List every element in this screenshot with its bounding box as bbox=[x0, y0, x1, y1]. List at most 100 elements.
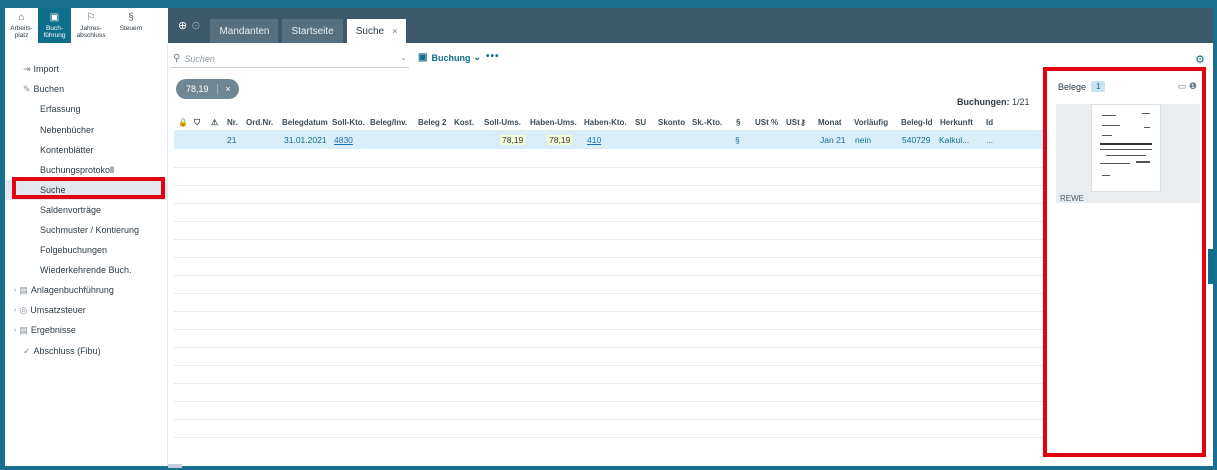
cell-id: ... bbox=[986, 135, 994, 145]
history-icon[interactable]: ⊙ bbox=[191, 19, 200, 32]
search-input[interactable]: ⚲ Suchen ⌄ bbox=[171, 50, 409, 68]
add-tab-icon[interactable]: ⊕ bbox=[178, 19, 187, 32]
toolbar: ⚲ Suchen ⌄ ▣ Buchung ⌄ ••• ⚙ bbox=[168, 47, 1213, 69]
cell-soll-kto[interactable]: 4830 bbox=[334, 135, 353, 145]
table-header: 🔒 ⛉ ⚠ Nr. Ord.Nr. Belegdatum Soll-Kto. B… bbox=[174, 115, 1046, 131]
shield-icon: ⛉ bbox=[194, 118, 200, 127]
tab-suche[interactable]: Suche × bbox=[346, 19, 407, 43]
sidebar-item-buchen[interactable]: ✎ Buchen bbox=[5, 79, 168, 99]
check-icon: ✓ bbox=[23, 345, 31, 356]
col-soll-kto[interactable]: Soll-Kto. bbox=[332, 118, 365, 127]
col-id[interactable]: Id bbox=[986, 118, 993, 127]
tab-bar: ⊕ ⊙ Mandanten Startseite Suche × bbox=[168, 8, 1213, 43]
col-ust[interactable]: USt bbox=[786, 118, 800, 127]
col-vorlaeufig[interactable]: Vorläufig bbox=[854, 118, 888, 127]
col-beleg-inv[interactable]: Beleg/Inv. bbox=[370, 118, 407, 127]
more-icon[interactable]: ••• bbox=[486, 51, 500, 62]
paragraph-icon: § bbox=[128, 12, 134, 23]
booking-count-label: Buchungen: bbox=[957, 97, 1010, 107]
module-arbeitsplatz[interactable]: ⌂ Arbeits- platz bbox=[5, 8, 38, 43]
col-beleg-id[interactable]: Beleg-Id bbox=[901, 118, 933, 127]
col-belegdatum[interactable]: Belegdatum bbox=[282, 118, 328, 127]
sidebar-item-nebenbuecher[interactable]: Nebenbücher bbox=[5, 120, 168, 140]
cell-beleg-id: 540729 bbox=[902, 135, 931, 145]
sidebar-item-label: Umsatzsteuer bbox=[30, 305, 86, 315]
sidebar-item-ergebnisse[interactable]: › ▤ Ergebnisse bbox=[5, 320, 168, 340]
module-label: führung bbox=[43, 32, 66, 39]
sidebar-item-label: Erfassung bbox=[40, 104, 81, 114]
tab-label: Mandanten bbox=[219, 25, 270, 37]
highlight-box-suche bbox=[12, 177, 165, 199]
cell-monat: Jan 21 bbox=[820, 135, 846, 145]
col-herkunft[interactable]: Herkunft bbox=[940, 118, 973, 127]
booking-table: 🔒 ⛉ ⚠ Nr. Ord.Nr. Belegdatum Soll-Kto. B… bbox=[174, 115, 1046, 450]
sidebar-item-saldenvortraege[interactable]: Saldenvorträge bbox=[5, 200, 168, 220]
tab-mandanten[interactable]: Mandanten bbox=[210, 19, 279, 43]
sidebar-item-abschluss[interactable]: ✓ Abschluss (Fibu) bbox=[5, 341, 168, 361]
col-ordnr[interactable]: Ord.Nr. bbox=[246, 118, 273, 127]
sidebar-item-label: Folgebuchungen bbox=[40, 245, 108, 255]
module-nav: ⌂ Arbeits- platz ▣ Buch- führung ⚐ Jahre… bbox=[5, 8, 168, 43]
booking-count: Buchungen: 1/21 bbox=[957, 97, 1030, 107]
sidebar-item-label: Import bbox=[33, 64, 60, 74]
col-su[interactable]: SU bbox=[635, 118, 646, 127]
module-label: Arbeits- bbox=[10, 25, 33, 32]
col-sk-kto[interactable]: Sk.-Kto. bbox=[692, 118, 722, 127]
lock-icon: 🔒 bbox=[178, 118, 188, 127]
key-icon: ⚷ bbox=[800, 118, 806, 127]
booking-count-value: 1/21 bbox=[1012, 97, 1030, 107]
chevron-down-icon[interactable]: ⌄ bbox=[400, 53, 407, 62]
sidebar-item-wiederkehrende[interactable]: Wiederkehrende Buch. bbox=[5, 260, 168, 280]
sidebar-item-suchmuster[interactable]: Suchmuster / Kontierung bbox=[5, 220, 168, 240]
sidebar-item-label: Ergebnisse bbox=[30, 325, 76, 335]
module-label: platz bbox=[14, 32, 29, 39]
filter-chip-value: 78,19 bbox=[186, 84, 209, 94]
paperclip-icon[interactable]: § bbox=[735, 135, 740, 145]
sidebar-item-label: Suchmuster / Kontierung bbox=[40, 225, 140, 235]
module-buchfuehrung[interactable]: ▣ Buch- führung bbox=[38, 8, 71, 43]
horizontal-scrollbar[interactable] bbox=[168, 464, 182, 468]
sidebar-item-erfassung[interactable]: Erfassung bbox=[5, 99, 168, 119]
cell-belegdatum: 31.01.2021 bbox=[284, 135, 327, 145]
module-jahresabschluss[interactable]: ⚐ Jahres- abschluss bbox=[71, 8, 111, 43]
cell-haben-kto[interactable]: 410 bbox=[587, 135, 601, 145]
sidebar-item-label: Kontenblätter bbox=[40, 145, 94, 155]
close-icon[interactable]: × bbox=[216, 84, 239, 94]
cell-soll-ums: 78,19 bbox=[500, 135, 526, 145]
pencil-icon: ✎ bbox=[23, 83, 31, 94]
gear-icon[interactable]: ⚙ bbox=[1195, 53, 1205, 66]
buchung-dropdown[interactable]: ▣ Buchung ⌄ bbox=[418, 52, 481, 63]
module-label: Buch- bbox=[46, 25, 63, 32]
sidebar-item-label: Wiederkehrende Buch. bbox=[40, 265, 132, 275]
col-soll-ums[interactable]: Soll-Ums. bbox=[484, 118, 521, 127]
sidebar-item-label: Buchungsprotokoll bbox=[40, 165, 115, 175]
window-frame-right bbox=[1213, 0, 1217, 470]
module-steuern[interactable]: § Steuern bbox=[111, 8, 151, 43]
chevron-right-icon[interactable]: › bbox=[14, 287, 16, 294]
sidebar-item-folgebuchungen[interactable]: Folgebuchungen bbox=[5, 240, 168, 260]
close-tab-icon[interactable]: × bbox=[392, 26, 397, 36]
chevron-right-icon[interactable]: › bbox=[14, 307, 16, 314]
col-beleg2[interactable]: Beleg 2 bbox=[418, 118, 446, 127]
tab-startseite[interactable]: Startseite bbox=[282, 19, 343, 43]
col-haben-kto[interactable]: Haben-Kto. bbox=[584, 118, 627, 127]
col-skonto[interactable]: Skonto bbox=[658, 118, 685, 127]
cell-vorlaeufig: nein bbox=[855, 135, 872, 145]
col-haben-ums[interactable]: Haben-Ums. bbox=[530, 118, 577, 127]
filter-chip: 78,19 × bbox=[176, 79, 239, 99]
col-nr[interactable]: Nr. bbox=[227, 118, 238, 127]
sidebar-item-umsatzsteuer[interactable]: › ◎ Umsatzsteuer bbox=[5, 300, 168, 320]
table-row[interactable]: 21 31.01.2021 4830 78,19 78,19 410 § Jan… bbox=[174, 131, 1046, 149]
chevron-right-icon[interactable]: › bbox=[14, 327, 16, 334]
module-label: Jahres- bbox=[80, 25, 102, 32]
sidebar-item-import[interactable]: ⇥ Import bbox=[5, 59, 168, 79]
sidebar-item-anlagenbuchfuehrung[interactable]: › ▤ Anlagenbuchführung bbox=[5, 280, 168, 300]
sidebar-item-kontenblaetter[interactable]: Kontenblätter bbox=[5, 140, 168, 160]
col-monat[interactable]: Monat bbox=[818, 118, 842, 127]
col-kost[interactable]: Kost. bbox=[454, 118, 474, 127]
highlight-box-belege bbox=[1043, 67, 1206, 457]
pane-toggle-handle[interactable] bbox=[1208, 249, 1215, 284]
module-label: Steuern bbox=[119, 25, 143, 32]
col-ust-pct[interactable]: USt % bbox=[755, 118, 778, 127]
module-label: abschluss bbox=[76, 32, 106, 39]
